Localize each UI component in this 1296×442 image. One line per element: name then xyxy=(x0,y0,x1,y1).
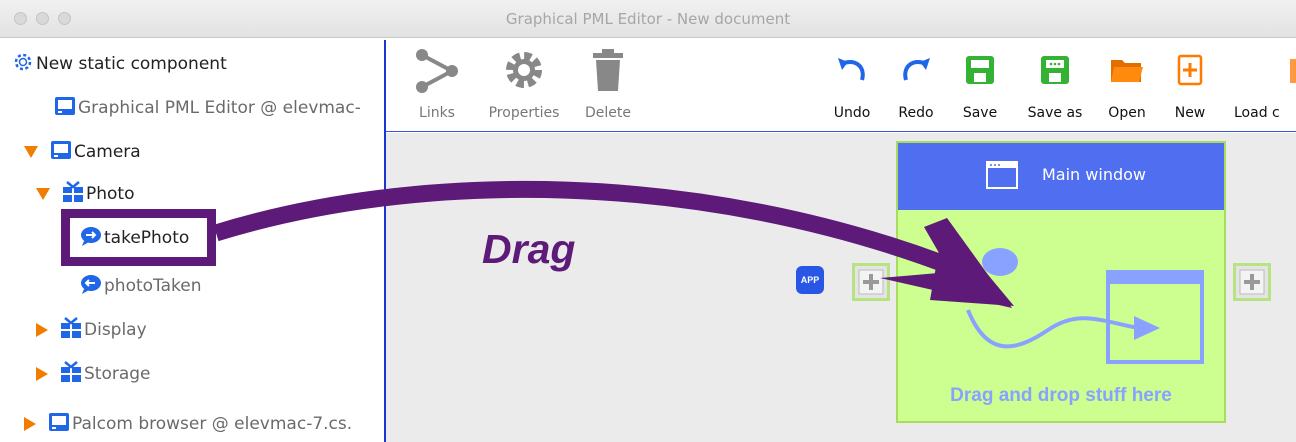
new-document-icon xyxy=(1177,40,1203,100)
delete-label: Delete xyxy=(585,105,631,121)
gear-outline-icon xyxy=(12,51,34,78)
main-window-component[interactable]: Main window Drag and drop stuff here xyxy=(896,141,1226,423)
add-slot-left[interactable] xyxy=(852,263,890,301)
drag-source-highlight xyxy=(61,209,216,266)
drag-annotation-label: Drag xyxy=(482,226,576,272)
device-icon xyxy=(54,95,76,122)
redo-icon xyxy=(900,40,932,100)
tree-item-label: Storage xyxy=(84,364,151,384)
save-label: Save xyxy=(962,105,998,121)
links-button[interactable]: Links xyxy=(414,40,460,132)
links-icon xyxy=(414,40,460,100)
tree-item-photo[interactable]: Photo xyxy=(36,174,135,214)
delete-button[interactable]: Delete xyxy=(582,40,634,132)
trash-icon xyxy=(591,40,625,100)
folder-icon xyxy=(1110,40,1144,100)
add-slot-right[interactable] xyxy=(1233,263,1271,301)
event-bubble-icon xyxy=(80,273,102,300)
device-icon xyxy=(48,411,70,438)
collapsed-arrow-icon[interactable] xyxy=(36,323,48,337)
package-icon xyxy=(62,180,84,208)
tree-item-label: Camera xyxy=(74,142,141,162)
window-title: Graphical PML Editor - New document xyxy=(505,10,791,28)
tree-item-storage[interactable]: Storage xyxy=(36,354,151,394)
new-label: New xyxy=(1174,105,1206,121)
load-button[interactable]: Load c xyxy=(1234,40,1296,132)
tree-root[interactable]: New static component xyxy=(12,44,227,84)
open-label: Open xyxy=(1108,105,1146,121)
properties-button[interactable]: Properties xyxy=(482,40,566,132)
package-icon xyxy=(60,360,82,388)
save-button[interactable]: Save xyxy=(960,40,1000,132)
tree-item-display[interactable]: Display xyxy=(36,310,147,350)
undo-button[interactable]: Undo xyxy=(832,40,872,132)
expanded-arrow-icon[interactable] xyxy=(36,188,50,200)
expanded-arrow-icon[interactable] xyxy=(24,146,38,158)
tree-root-label: New static component xyxy=(36,54,227,74)
open-button[interactable]: Open xyxy=(1102,40,1152,132)
tree-item-label: photoTaken xyxy=(104,276,202,296)
toolbar: Links Properties Delete Undo Redo Save S… xyxy=(386,40,1296,132)
load-label: Load c xyxy=(1234,105,1280,121)
undo-label: Undo xyxy=(833,105,871,121)
tree-item-palcom-browser[interactable]: Palcom browser @ elevmac-7.cs. xyxy=(24,404,352,442)
floppy-disk-icon xyxy=(965,40,995,100)
tree-item-label: Photo xyxy=(86,184,135,204)
floppy-disk-dots-icon xyxy=(1040,40,1070,100)
plus-icon xyxy=(1239,269,1265,295)
new-button[interactable]: New xyxy=(1170,40,1210,132)
plus-icon xyxy=(858,269,884,295)
links-label: Links xyxy=(419,105,455,121)
drag-drop-illustration-icon xyxy=(966,248,1204,364)
collapsed-arrow-icon[interactable] xyxy=(24,417,36,431)
main-window-header[interactable]: Main window xyxy=(898,143,1224,210)
window-icon xyxy=(986,161,1018,189)
drop-hint: Drag and drop stuff here xyxy=(950,385,1172,406)
load-icon xyxy=(1234,40,1296,100)
undo-icon xyxy=(836,40,868,100)
gear-icon xyxy=(502,40,546,100)
tree-item-label: Display xyxy=(84,320,147,340)
properties-label: Properties xyxy=(488,105,560,121)
save-as-label: Save as xyxy=(1027,105,1083,121)
tree-item-camera[interactable]: Camera xyxy=(24,132,141,172)
tree-item-graphical-pml-editor[interactable]: Graphical PML Editor @ elevmac- xyxy=(54,88,361,128)
device-icon xyxy=(50,139,72,166)
tree-item-phototaken[interactable]: photoTaken xyxy=(80,266,202,306)
package-icon xyxy=(60,316,82,344)
tree-item-label: Graphical PML Editor @ elevmac- xyxy=(78,98,361,118)
save-as-button[interactable]: Save as xyxy=(1024,40,1086,132)
redo-label: Redo xyxy=(898,105,934,121)
main-window-title: Main window xyxy=(1042,165,1146,184)
tree-item-label: Palcom browser @ elevmac-7.cs. xyxy=(72,414,353,434)
collapsed-arrow-icon[interactable] xyxy=(36,367,48,381)
window-titlebar: Graphical PML Editor - New document xyxy=(0,0,1296,38)
redo-button[interactable]: Redo xyxy=(896,40,936,132)
app-badge[interactable]: APP xyxy=(796,266,824,294)
